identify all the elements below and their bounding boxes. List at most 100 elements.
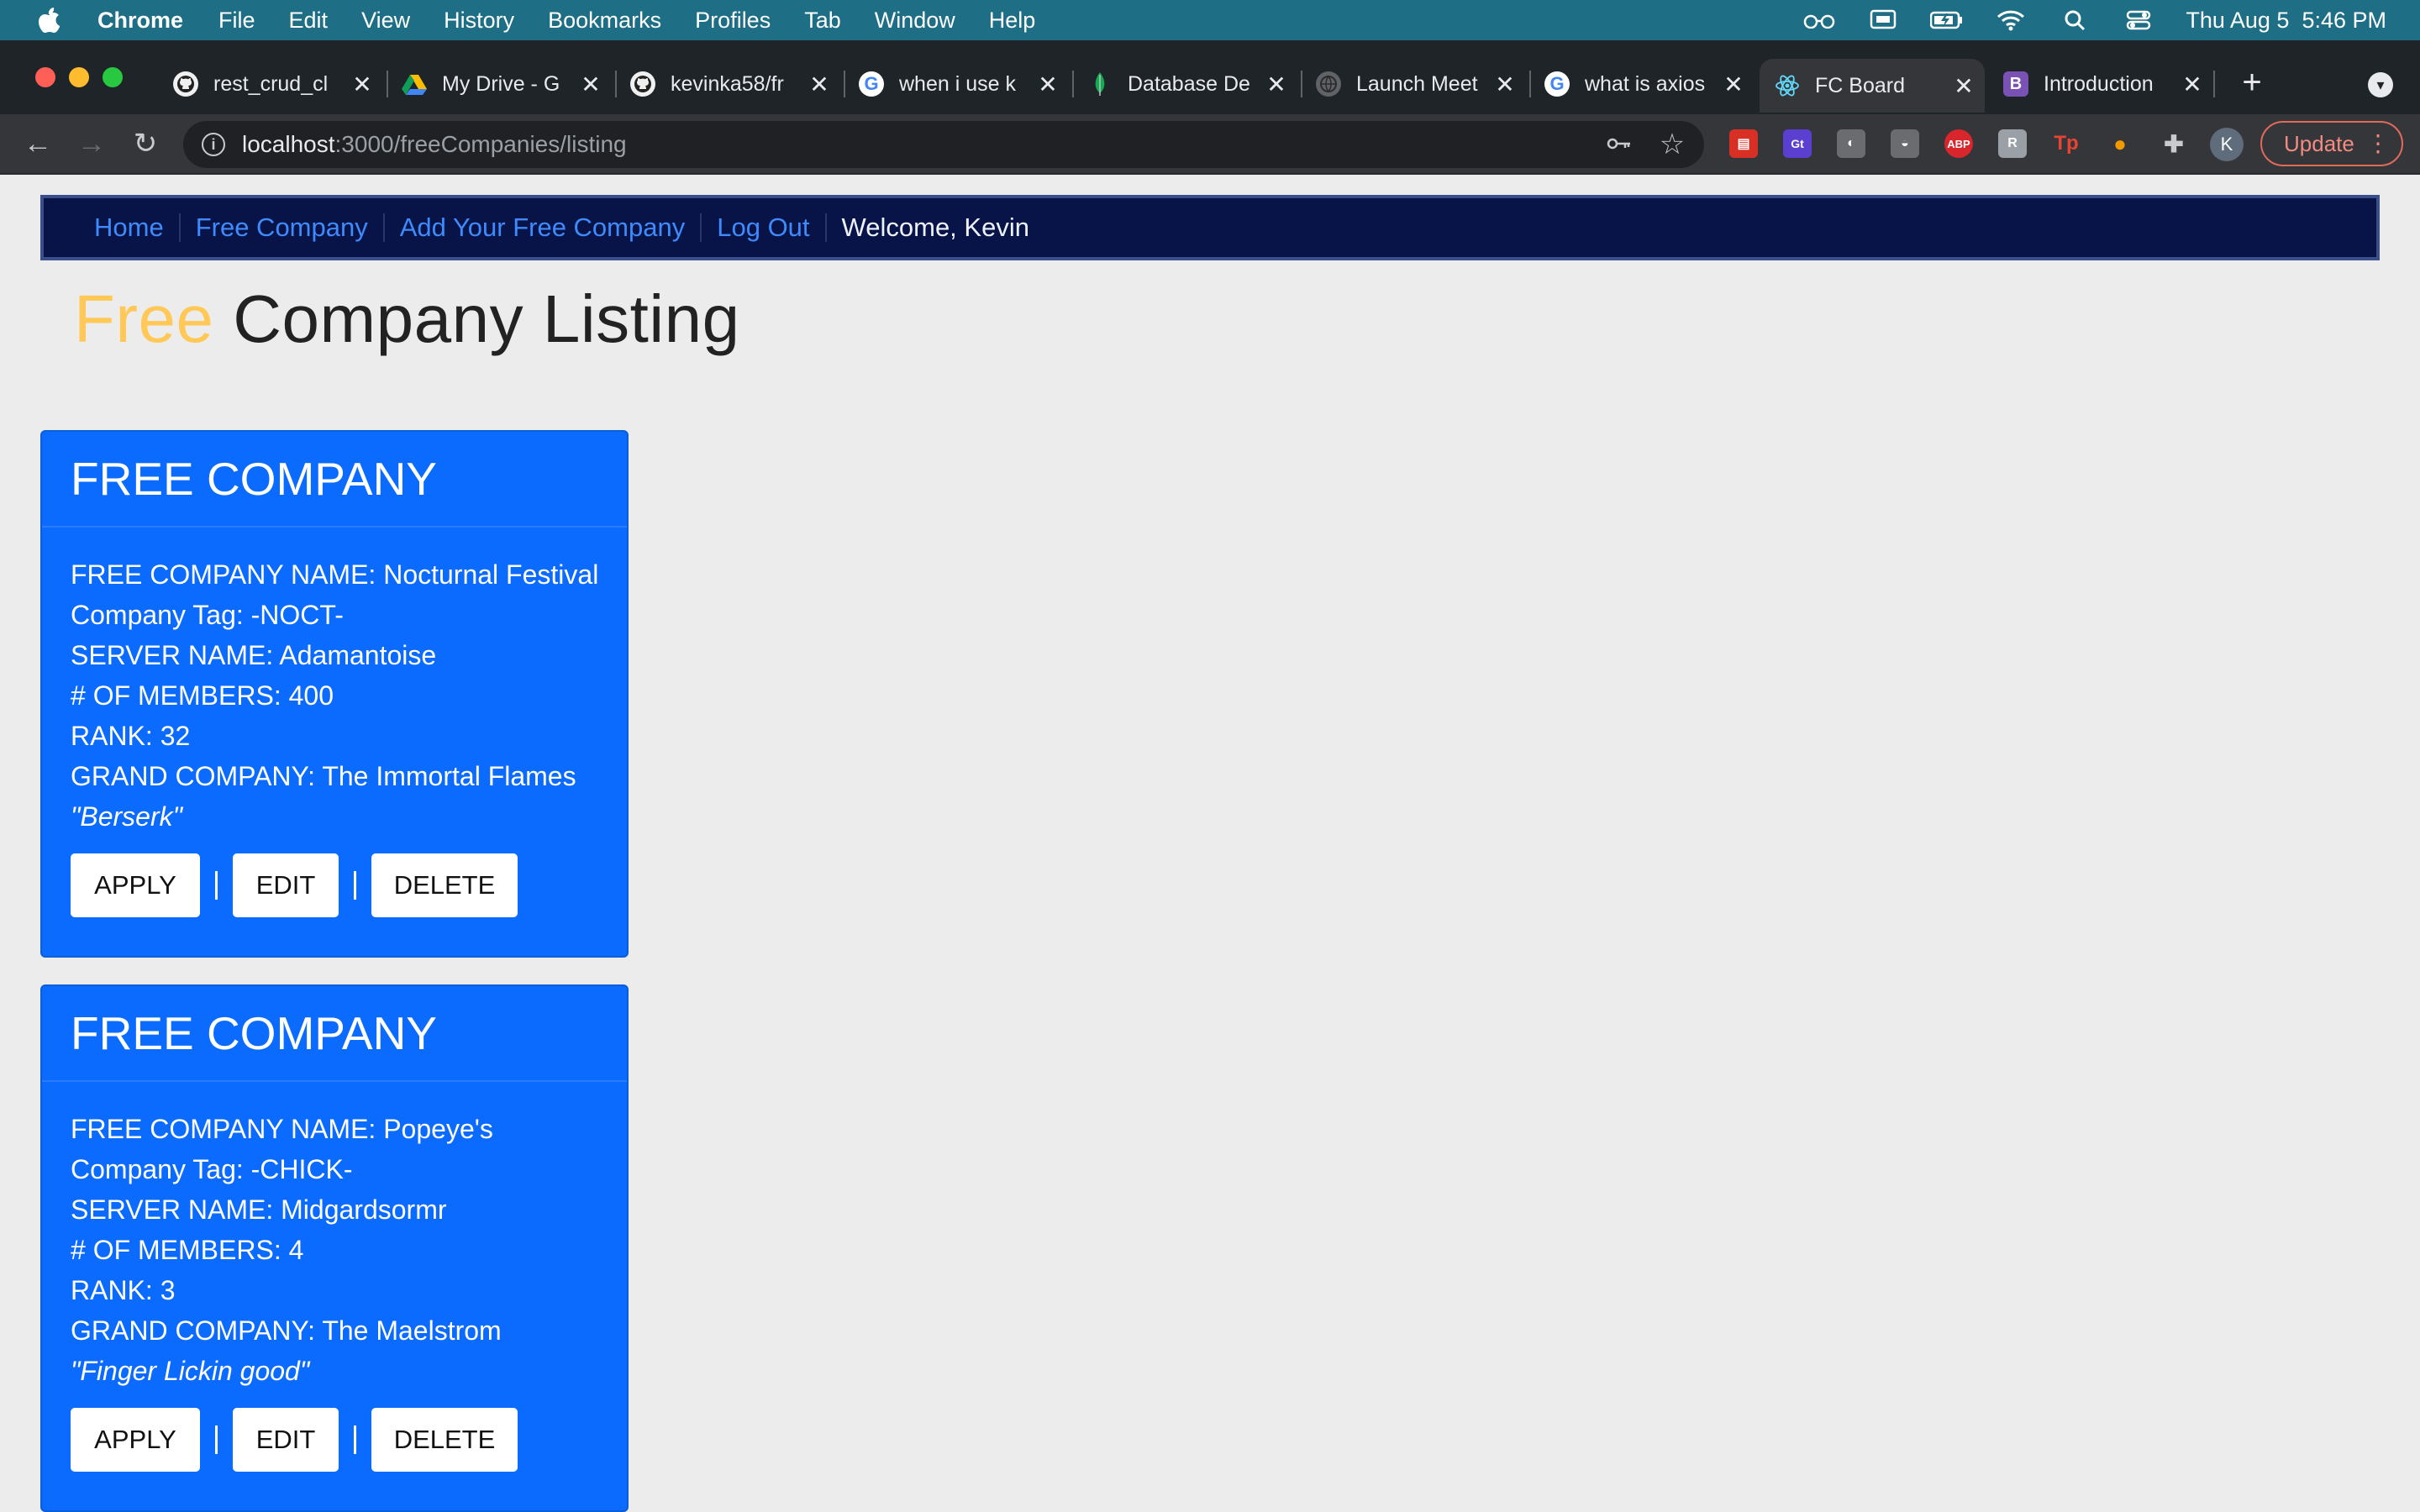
- google-drive-icon: [402, 71, 427, 97]
- extension-owl-icon[interactable]: ◐: [1837, 129, 1865, 158]
- new-tab-button[interactable]: +: [2235, 66, 2269, 99]
- menu-bookmarks[interactable]: Bookmarks: [548, 8, 661, 34]
- close-window-button[interactable]: [35, 67, 55, 87]
- close-tab-icon[interactable]: ✕: [807, 71, 832, 98]
- extensions-puzzle-icon[interactable]: ✚: [2160, 129, 2188, 158]
- tab-separator: [387, 71, 388, 97]
- nav-add-company-link[interactable]: Add Your Free Company: [400, 213, 686, 243]
- tab-title: Database De: [1128, 71, 1250, 96]
- close-tab-icon[interactable]: ✕: [1492, 71, 1518, 98]
- extension-honey-icon[interactable]: ●: [2106, 129, 2134, 158]
- forward-button[interactable]: →: [72, 124, 111, 163]
- tab-rest-crud[interactable]: rest_crud_cl ✕: [173, 60, 375, 108]
- card-actions: APPLY EDIT DELETE: [71, 1408, 518, 1472]
- menu-profiles[interactable]: Profiles: [695, 8, 771, 34]
- nav-home-link[interactable]: Home: [94, 213, 164, 243]
- reload-button[interactable]: ↻: [126, 124, 165, 163]
- extension-r-icon[interactable]: R: [1998, 129, 2027, 158]
- tab-separator: [615, 71, 617, 97]
- nav-divider: [824, 213, 827, 242]
- address-bar[interactable]: i localhost:3000/freeCompanies/listing ☆: [183, 121, 1704, 168]
- close-tab-icon[interactable]: ✕: [2180, 71, 2205, 98]
- button-divider: [354, 1425, 356, 1454]
- control-center-icon[interactable]: [2122, 8, 2155, 33]
- menu-tab[interactable]: Tab: [804, 8, 841, 34]
- mongodb-icon: [1087, 71, 1113, 97]
- apply-button[interactable]: APPLY: [71, 1408, 200, 1472]
- tab-title: kevinka58/fr: [671, 71, 784, 96]
- tab-title: My Drive - G: [442, 71, 560, 96]
- macos-menubar: Chrome File Edit View History Bookmarks …: [0, 0, 2420, 40]
- globe-icon: [1316, 71, 1341, 97]
- server-name: SERVER NAME: Adamantoise: [71, 640, 437, 670]
- reader-glasses-icon[interactable]: [1802, 8, 1836, 33]
- tab-title: Introduction: [2044, 71, 2154, 96]
- company-motto: "Finger Lickin good": [71, 1356, 310, 1386]
- nav-divider: [382, 213, 385, 242]
- nav-logout-link[interactable]: Log Out: [717, 213, 809, 243]
- delete-button[interactable]: DELETE: [371, 1408, 518, 1472]
- close-tab-icon[interactable]: ✕: [1721, 71, 1746, 98]
- bookmark-star-icon[interactable]: ☆: [1657, 129, 1687, 160]
- update-label: Update: [2284, 130, 2354, 156]
- tab-when-i-use[interactable]: G when i use k ✕: [859, 60, 1060, 108]
- company-card: FREE COMPANY FREE COMPANY NAME: Popeye's…: [40, 984, 629, 1512]
- page-viewport: Home Free Company Add Your Free Company …: [0, 175, 2420, 1512]
- tab-database[interactable]: Database De ✕: [1087, 60, 1289, 108]
- server-name: SERVER NAME: Midgardsormr: [71, 1194, 447, 1225]
- edit-button[interactable]: EDIT: [233, 853, 339, 917]
- apply-button[interactable]: APPLY: [71, 853, 200, 917]
- minimize-window-button[interactable]: [69, 67, 89, 87]
- close-tab-icon[interactable]: ✕: [350, 71, 375, 98]
- menu-edit[interactable]: Edit: [289, 8, 329, 34]
- nav-divider: [178, 213, 181, 242]
- grand-company: GRAND COMPANY: The Immortal Flames: [71, 761, 576, 791]
- apple-icon[interactable]: [35, 6, 64, 34]
- menubar-clock[interactable]: Thu Aug 5 5:46 PM: [2186, 8, 2386, 34]
- tab-kevinka58[interactable]: kevinka58/fr ✕: [630, 60, 832, 108]
- edit-button[interactable]: EDIT: [233, 1408, 339, 1472]
- back-button[interactable]: ←: [18, 124, 57, 163]
- company-motto: "Berserk": [71, 801, 182, 832]
- card-header: FREE COMPANY: [42, 432, 627, 528]
- update-button[interactable]: Update ⋮: [2260, 121, 2403, 166]
- wifi-icon[interactable]: [1994, 8, 2028, 33]
- tab-launch-meet[interactable]: Launch Meet ✕: [1316, 60, 1518, 108]
- spotlight-search-icon[interactable]: [2058, 8, 2091, 33]
- tab-what-is-axios[interactable]: G what is axios ✕: [1544, 60, 1746, 108]
- close-tab-icon[interactable]: ✕: [578, 71, 603, 98]
- password-key-icon[interactable]: [1607, 133, 1632, 156]
- extension-hat-icon[interactable]: ◒: [1891, 129, 1919, 158]
- adblock-plus-icon[interactable]: ABP: [1944, 129, 1973, 158]
- menu-history[interactable]: History: [444, 8, 514, 34]
- tab-search-icon[interactable]: ▾: [2368, 72, 2393, 97]
- nav-divider: [700, 213, 702, 242]
- battery-icon[interactable]: [1930, 8, 1964, 33]
- extension-tp-icon[interactable]: Tp: [2052, 129, 2081, 158]
- screen-mirroring-icon[interactable]: [1866, 8, 1900, 33]
- delete-button[interactable]: DELETE: [371, 853, 518, 917]
- chrome-menu-icon[interactable]: ⋮: [2366, 129, 2390, 157]
- site-info-icon[interactable]: i: [202, 133, 225, 156]
- card-body: FREE COMPANY NAME: Popeye's Company Tag:…: [42, 1082, 627, 1391]
- extension-pdf-icon[interactable]: ▤: [1729, 129, 1758, 158]
- close-tab-icon[interactable]: ✕: [1951, 72, 1976, 100]
- close-tab-icon[interactable]: ✕: [1035, 71, 1060, 98]
- menu-app-name[interactable]: Chrome: [97, 8, 183, 34]
- profile-avatar[interactable]: K: [2210, 128, 2244, 161]
- menu-window[interactable]: Window: [875, 8, 955, 34]
- tab-fc-board[interactable]: FC Board ✕: [1760, 59, 1985, 113]
- url-text[interactable]: localhost:3000/freeCompanies/listing: [242, 131, 627, 158]
- company-tag: Company Tag: -CHICK-: [71, 1154, 353, 1184]
- menu-help[interactable]: Help: [989, 8, 1036, 34]
- nav-free-company-link[interactable]: Free Company: [196, 213, 368, 243]
- menu-view[interactable]: View: [361, 8, 410, 34]
- company-card: FREE COMPANY FREE COMPANY NAME: Nocturna…: [40, 430, 629, 958]
- tab-introduction[interactable]: B Introduction ✕: [2003, 60, 2205, 108]
- welcome-message: Welcome, Kevin: [841, 213, 1029, 242]
- tab-my-drive[interactable]: My Drive - G ✕: [402, 60, 603, 108]
- close-tab-icon[interactable]: ✕: [1264, 71, 1289, 98]
- extension-gtc-icon[interactable]: Gt: [1783, 129, 1812, 158]
- menu-file[interactable]: File: [218, 8, 255, 34]
- zoom-window-button[interactable]: [103, 67, 123, 87]
